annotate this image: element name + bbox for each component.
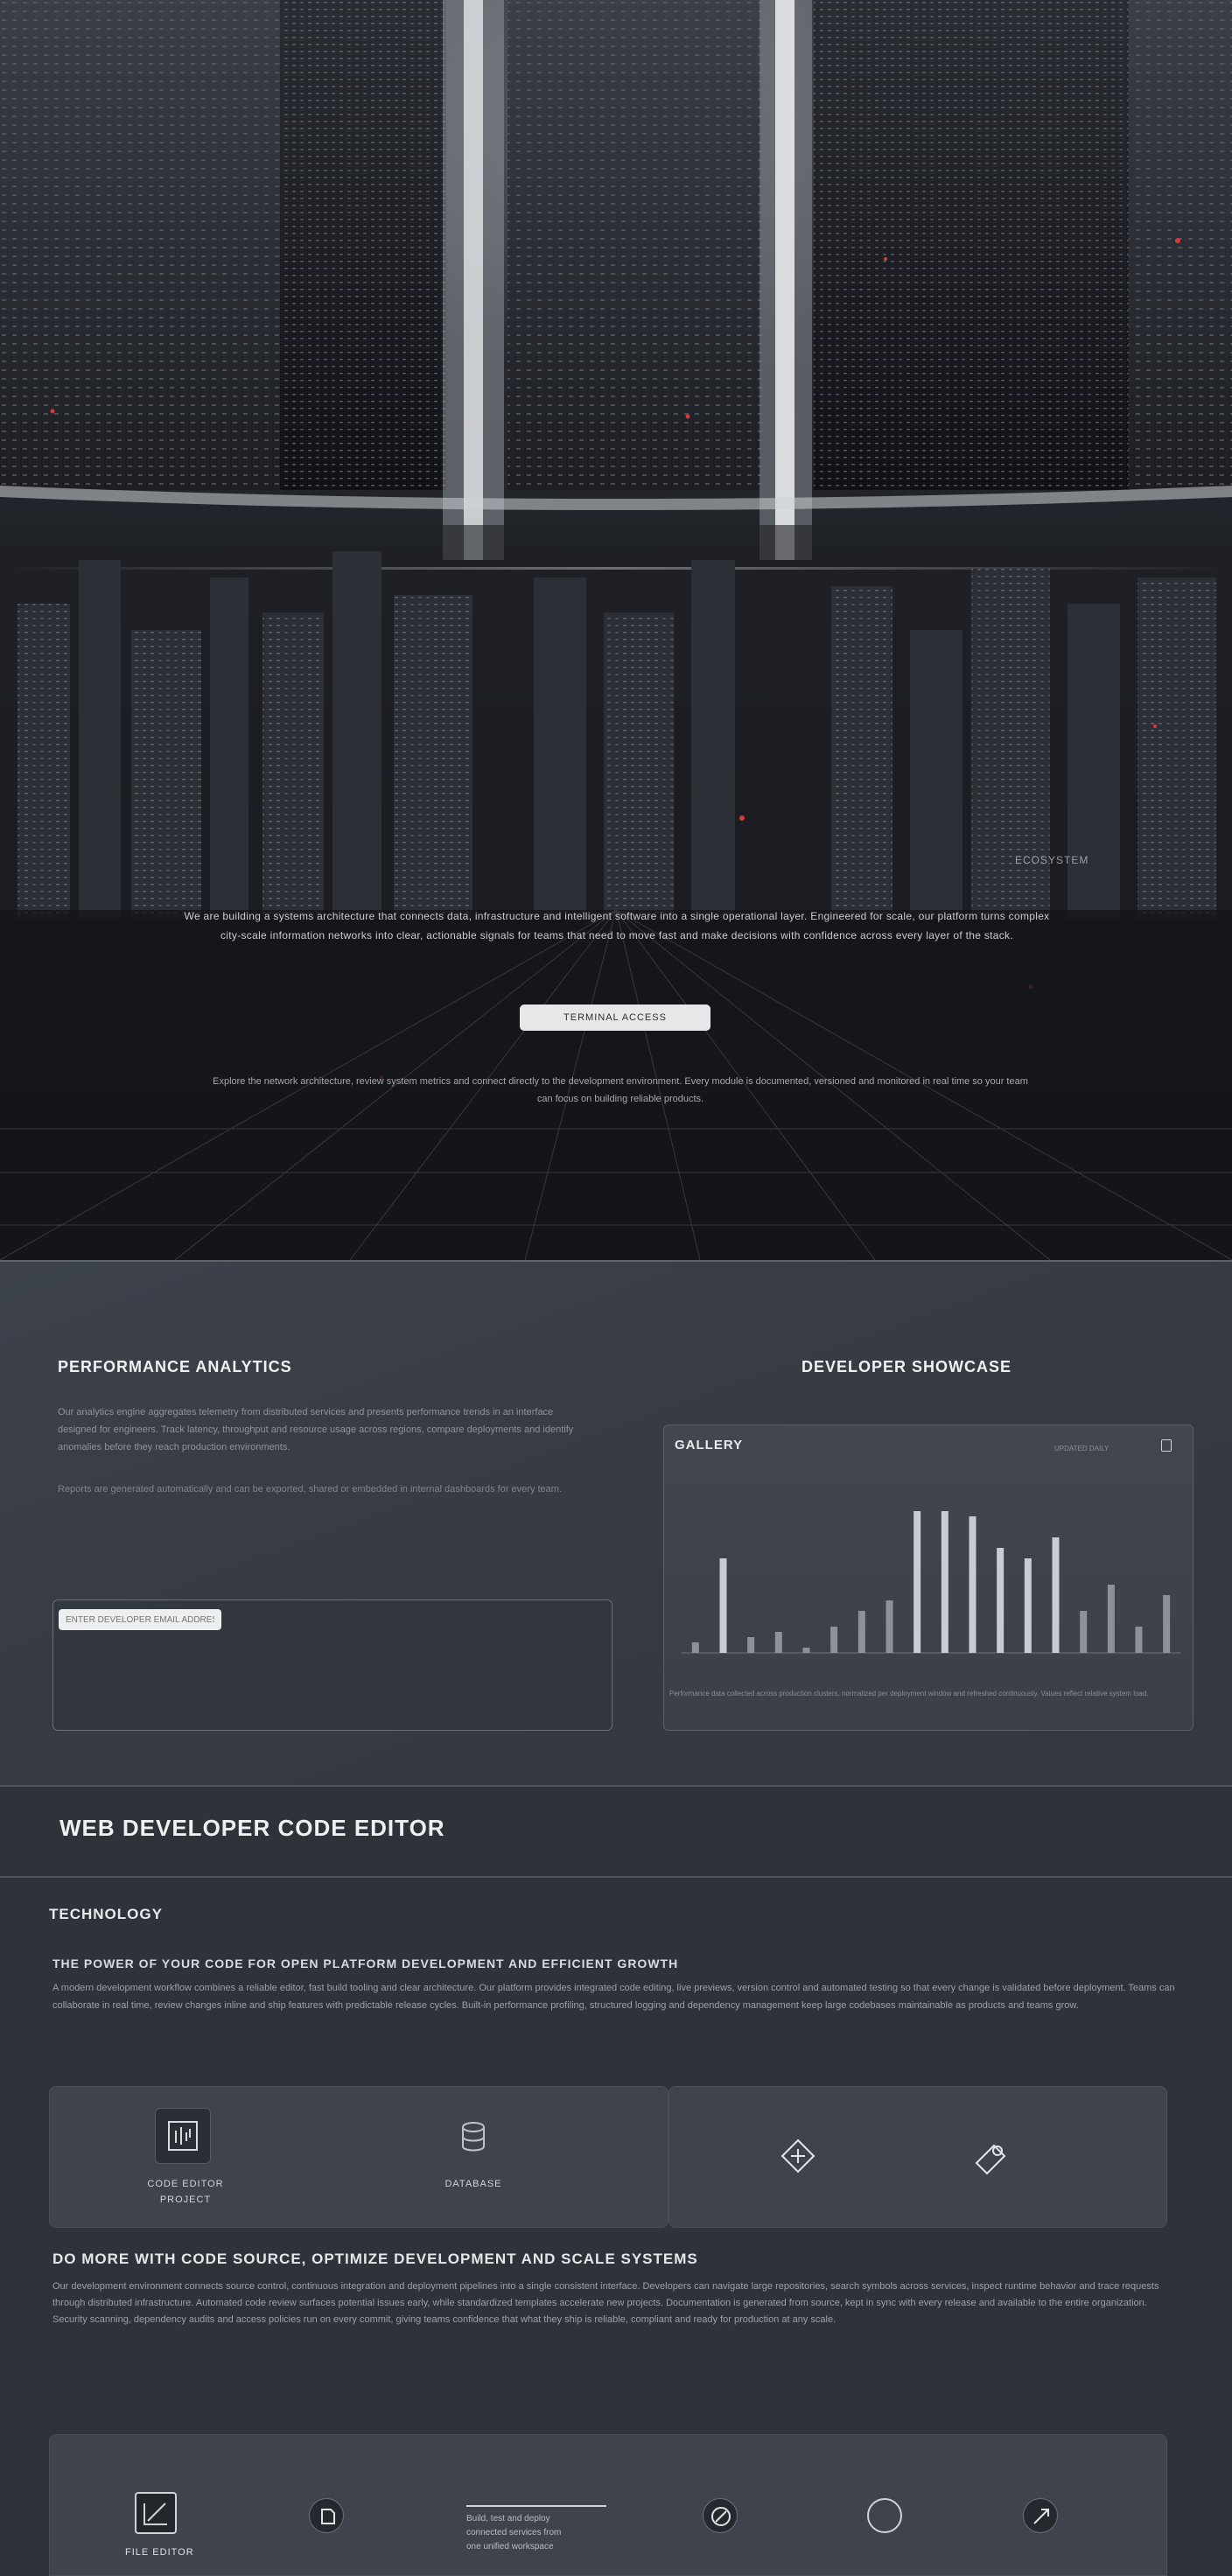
chart-bar: [1080, 1611, 1088, 1653]
chart-bar: [830, 1627, 838, 1653]
key-tag-icon: [967, 2134, 1016, 2183]
section-divider: [0, 1785, 1232, 1787]
showcase-title: DEVELOPER SHOWCASE: [802, 1358, 1012, 1376]
file-editor-label: FILE EDITOR: [125, 2547, 194, 2558]
city-skyline-illustration: [0, 0, 1232, 1260]
chart-bar: [1107, 1585, 1115, 1653]
tools-card: FILE EDITOR Build, test and deploy conne…: [49, 2434, 1167, 2576]
chart-bar: [997, 1548, 1004, 1653]
chart-bar: [914, 1511, 921, 1653]
chart-bar: [1163, 1595, 1171, 1653]
hero-section: ECOSYSTEM We are building a systems arch…: [0, 0, 1232, 1260]
feature-card-secondary[interactable]: [668, 2086, 1167, 2228]
analytics-title: PERFORMANCE ANALYTICS: [58, 1358, 292, 1376]
optimize-heading: DO MORE WITH CODE SOURCE, OPTIMIZE DEVEL…: [52, 2250, 698, 2267]
network-diamond-icon: [776, 2134, 820, 2178]
signup-form: [52, 1600, 612, 1731]
separator-line: [466, 2505, 606, 2507]
chart-title: GALLERY: [675, 1438, 744, 1452]
database-icon: [449, 2113, 498, 2162]
chart-bar: [719, 1558, 727, 1653]
chart-menu-icon[interactable]: [1161, 1439, 1172, 1452]
chart-bar: [802, 1648, 810, 1653]
chart-bar: [691, 1642, 699, 1653]
chart-bar: [774, 1632, 782, 1653]
chart-bar: [1135, 1627, 1143, 1653]
chart-bar: [1052, 1537, 1060, 1653]
feature-card-primary[interactable]: CODE EDITOR PROJECT DATABASE: [49, 2086, 668, 2228]
gallery-chart-card: GALLERY UPDATED DAILY Performance data c…: [663, 1424, 1194, 1731]
analytics-paragraph: Our analytics engine aggregates telemetr…: [58, 1407, 574, 1452]
web-developer-section: WEB DEVELOPER CODE EDITOR TECHNOLOGY THE…: [0, 1785, 1232, 2576]
tools-text-block: Build, test and deploy connected service…: [466, 2514, 562, 2552]
chart-caption: Performance data collected across produc…: [669, 1690, 1149, 1698]
chart-bar: [886, 1600, 893, 1653]
technology-lead: THE POWER OF YOUR CODE FOR OPEN PLATFORM…: [52, 1956, 679, 1970]
card-label-database: DATABASE: [444, 2179, 502, 2189]
chart-bar: [858, 1611, 865, 1653]
document-circle-icon[interactable]: [309, 2498, 344, 2533]
file-editor-icon[interactable]: [134, 2491, 178, 2535]
chart-bar: [1024, 1558, 1032, 1653]
technology-heading: TECHNOLOGY: [49, 1906, 163, 1922]
chart-bar: [941, 1511, 948, 1653]
optimize-paragraph: Our development environment connects sou…: [52, 2281, 1159, 2325]
section-divider: [0, 1876, 1232, 1878]
analytics-section: PERFORMANCE ANALYTICS DEVELOPER SHOWCASE…: [0, 1260, 1232, 1785]
chart-bar: [747, 1637, 755, 1653]
hero-tag: ECOSYSTEM: [1015, 854, 1089, 866]
hero-subtext: Explore the network architecture, review…: [213, 1076, 1028, 1104]
terminal-access-button[interactable]: TERMINAL ACCESS: [520, 1004, 710, 1031]
circle-icon[interactable]: [867, 2498, 902, 2533]
globe-icon[interactable]: [703, 2498, 738, 2533]
chart-meta: UPDATED DAILY: [1054, 1445, 1110, 1452]
web-section-title: WEB DEVELOPER CODE EDITOR: [60, 1815, 445, 1841]
deploy-icon[interactable]: [1023, 2498, 1058, 2533]
card-label-code-editor: CODE EDITOR PROJECT: [147, 2179, 224, 2205]
developer-email-input[interactable]: [59, 1609, 221, 1630]
feature-card-row: CODE EDITOR PROJECT DATABASE: [49, 2086, 1167, 2228]
analytics-paragraph-secondary: Reports are generated automatically and …: [58, 1484, 563, 1494]
chart-bar: [969, 1516, 976, 1653]
bar-chart: [682, 1511, 1180, 1654]
hero-description: We are building a systems architecture t…: [184, 910, 1050, 942]
code-editor-icon: [155, 2108, 211, 2164]
technology-paragraph: A modern development workflow combines a…: [52, 1983, 1175, 2011]
